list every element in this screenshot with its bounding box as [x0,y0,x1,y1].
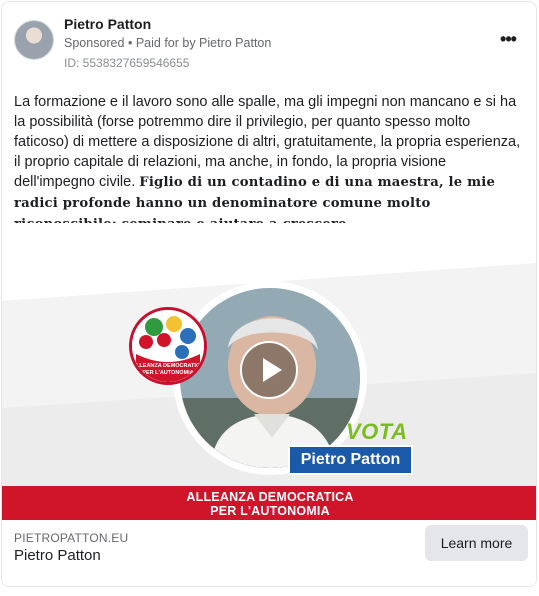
play-icon[interactable] [240,341,298,399]
coalition-logo-art: ALLEANZA DEMOCRATICA PER L'AUTONOMIA [132,310,204,382]
sponsored-label: Sponsored [64,36,125,50]
paid-for-label: Paid for by Pietro Patton [135,36,272,50]
post-text: La formazione e il lavoro sono alle spal… [14,92,528,235]
svg-text:PER L'AUTONOMIA: PER L'AUTONOMIA [142,370,193,376]
learn-more-button[interactable]: Learn more [425,525,528,561]
link-title: Pietro Patton [14,547,101,564]
candidate-name: Pietro Patton [300,451,401,468]
author-name[interactable]: Pietro Patton [64,16,151,32]
meta-separator: • [127,36,133,50]
author-avatar[interactable] [14,20,54,60]
band-line-1: ALLEANZA DEMOCRATICA [186,490,354,504]
ad-card: Pietro Patton Sponsored • Paid for by Pi… [1,1,537,587]
post-meta: Sponsored • Paid for by Pietro Patton [64,36,271,50]
ad-media-video[interactable]: ALLEANZA DEMOCRATICA PER L'AUTONOMIA VOT… [2,223,536,520]
more-options-icon[interactable]: ••• [496,30,520,52]
band-line-2: PER L'AUTONOMIA [210,504,330,518]
link-footer[interactable]: PIETROPATTON.EU Pietro Patton Learn more [2,520,536,586]
party-band: ALLEANZA DEMOCRATICA PER L'AUTONOMIA [2,486,536,520]
ad-id: ID: 5538327659546655 [64,56,190,70]
link-domain: PIETROPATTON.EU [14,531,129,545]
candidate-name-box: Pietro Patton [288,445,413,475]
vota-label: VOTA [346,419,408,444]
svg-text:ALLEANZA DEMOCRATICA: ALLEANZA DEMOCRATICA [132,363,204,369]
party-coalition-logo: ALLEANZA DEMOCRATICA PER L'AUTONOMIA [129,307,207,385]
